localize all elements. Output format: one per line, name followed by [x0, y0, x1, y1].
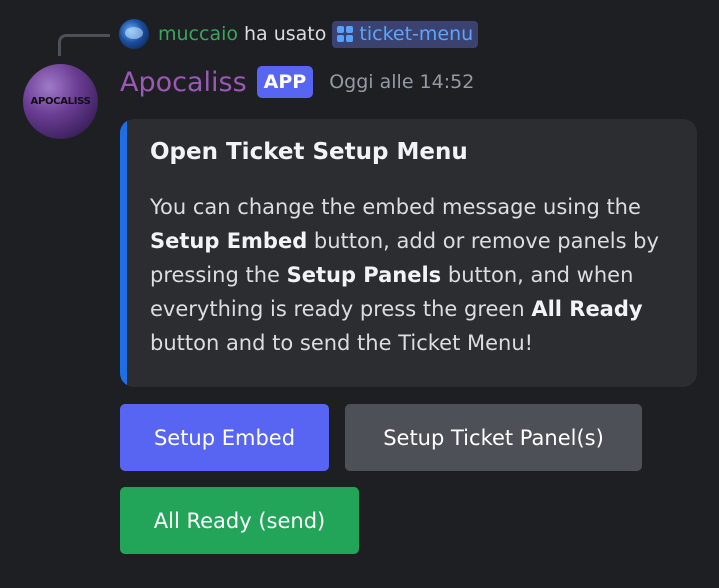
command-name: ticket-menu	[359, 23, 474, 45]
embed-desc-text: button and to send the Ticket Menu!	[150, 331, 534, 355]
author-username[interactable]: Apocaliss	[120, 67, 247, 98]
embed-description: You can change the embed message using t…	[150, 190, 680, 360]
setup-ticket-panels-button[interactable]: Setup Ticket Panel(s)	[345, 404, 642, 471]
reply-username[interactable]: muccaio	[158, 23, 238, 45]
embed-desc-bold: Setup Panels	[286, 263, 442, 287]
reply-action-text: ha usato	[244, 23, 327, 45]
embed-desc-bold: All Ready	[531, 297, 643, 321]
app-badge: APP	[256, 66, 314, 98]
embed-desc-text: You can change the embed message using t…	[150, 195, 641, 219]
all-ready-send-button[interactable]: All Ready (send)	[120, 487, 359, 554]
reply-avatar[interactable]	[119, 19, 149, 49]
reply-context[interactable]: muccaio ha usato ticket-menu	[119, 19, 479, 49]
command-mention[interactable]: ticket-menu	[332, 20, 479, 48]
embed-accent-bar	[120, 119, 127, 387]
avatar-logo-text: APOCALISS	[30, 96, 91, 107]
setup-embed-button[interactable]: Setup Embed	[120, 404, 329, 471]
embed-title: Open Ticket Setup Menu	[150, 139, 468, 165]
message-timestamp[interactable]: Oggi alle 14:52	[329, 71, 474, 93]
embed-card: Open Ticket Setup Menu You can change th…	[120, 119, 697, 387]
slash-command-icon	[337, 26, 354, 42]
author-avatar[interactable]: APOCALISS	[23, 64, 98, 139]
message-header: Apocaliss APP Oggi alle 14:52	[120, 66, 474, 98]
embed-desc-bold: Setup Embed	[150, 229, 308, 253]
message-view: muccaio ha usato ticket-menu APOCALISS A…	[0, 0, 719, 588]
reply-connector	[58, 34, 110, 56]
